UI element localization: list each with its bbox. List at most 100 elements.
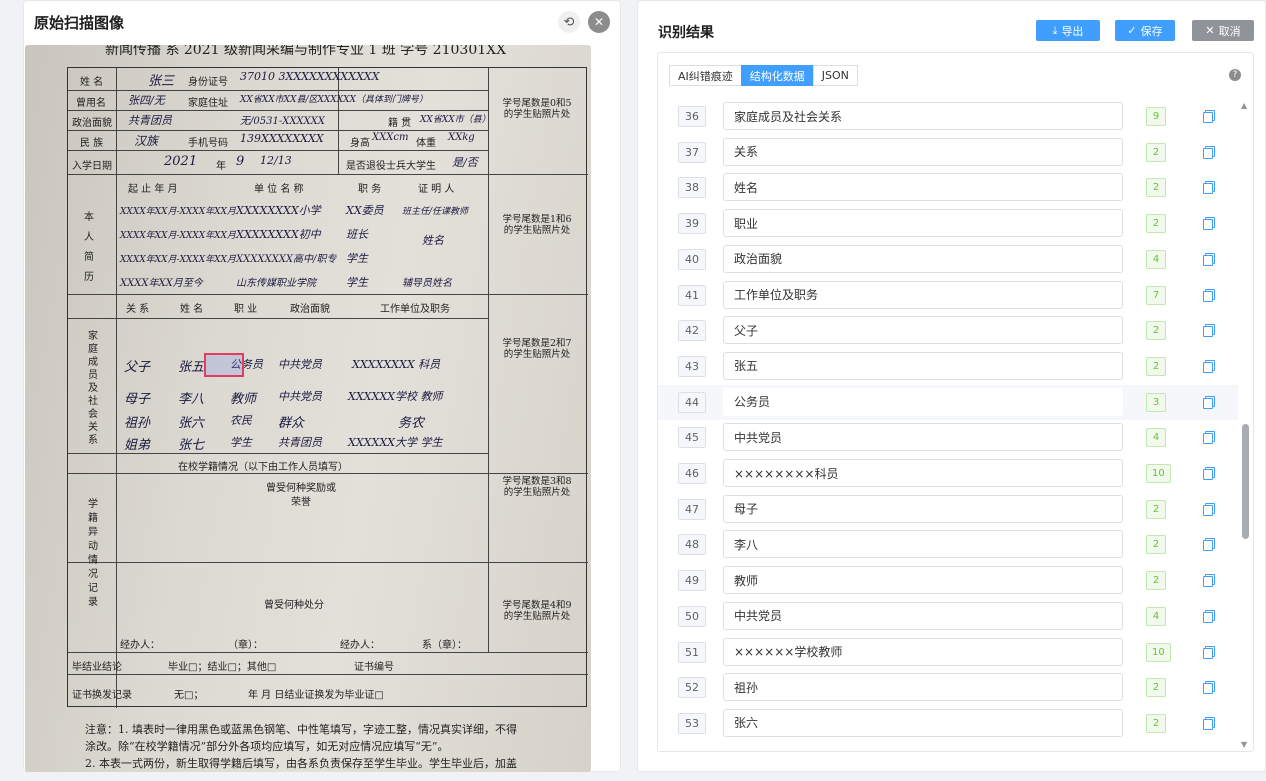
result-row: 50 中共党员 4 bbox=[658, 599, 1238, 635]
row-index: 44 bbox=[678, 391, 706, 413]
row-value-input[interactable]: 家庭成员及社会关系 bbox=[723, 102, 1123, 130]
row-char-count: 3 bbox=[1146, 392, 1166, 412]
row-value-input[interactable]: 职业 bbox=[723, 209, 1123, 238]
row-value-input[interactable]: 教师 bbox=[723, 566, 1123, 595]
hand-resume-2-unit: XXXXXXXX初中 bbox=[236, 228, 321, 241]
label-punish: 曾受何种处分 bbox=[264, 600, 324, 611]
copy-icon[interactable] bbox=[1203, 716, 1215, 730]
hand-address: XX省XX市XX县/区XXXXXX（具体到门牌号） bbox=[240, 95, 428, 105]
label-cert-change-text: 年 月 日结业证换发为毕业证□ bbox=[248, 690, 384, 701]
label-name: 姓 名 bbox=[80, 77, 104, 88]
label-resume-section: 本人简历 bbox=[84, 212, 94, 283]
hand-mobile: 139XXXXXXXX bbox=[240, 132, 324, 145]
row-index: 47 bbox=[678, 498, 706, 520]
row-char-count: 4 bbox=[1146, 249, 1166, 269]
label-relation: 关 系 bbox=[126, 304, 150, 315]
check-icon: ✓ bbox=[1127, 24, 1137, 37]
copy-icon[interactable] bbox=[1203, 217, 1215, 231]
row-char-count: 2 bbox=[1146, 713, 1166, 733]
copy-icon[interactable] bbox=[1203, 181, 1215, 195]
hand-family-1-relation: 父子 bbox=[124, 360, 151, 375]
scan-note-line-1: 注意：1. 填表时一律用黑色或蓝黑色钢笔、中性笔填写，字迹工整，情况真实详细，不… bbox=[85, 723, 517, 736]
tab-structured-data[interactable]: 结构化数据 bbox=[740, 65, 814, 86]
copy-icon[interactable] bbox=[1203, 467, 1215, 480]
row-value-input[interactable]: 中共党员 bbox=[723, 601, 1123, 630]
result-row: 48 李八 2 bbox=[658, 527, 1238, 563]
hand-family-3-political: 群众 bbox=[278, 416, 305, 431]
hand-family-1-work: XXXXXXXX 科员 bbox=[352, 358, 441, 371]
tab-ai-correction[interactable]: AI纠错痕迹 bbox=[669, 65, 742, 86]
row-char-count: 2 bbox=[1146, 571, 1166, 591]
scroll-down-icon[interactable]: ▼ bbox=[1241, 740, 1247, 749]
export-button[interactable]: ⤓ 导出 bbox=[1036, 20, 1100, 41]
copy-icon[interactable] bbox=[1203, 645, 1215, 659]
row-value-input[interactable]: 中共党员 bbox=[723, 423, 1123, 452]
hand-resume-2-period: XXXX年XX月-XXXX年XX月 bbox=[120, 231, 236, 241]
result-row: 41 工作单位及职务 7 bbox=[658, 278, 1238, 314]
row-char-count: 9 bbox=[1146, 107, 1166, 126]
scroll-up-icon[interactable]: ▲ bbox=[1241, 101, 1247, 110]
copy-icon[interactable] bbox=[1203, 145, 1215, 159]
row-value-input[interactable]: 祖孙 bbox=[723, 673, 1123, 702]
copy-icon[interactable] bbox=[1203, 110, 1215, 123]
scrollbar[interactable]: ▲ ▼ bbox=[1237, 99, 1253, 751]
row-value-input[interactable]: 张五 bbox=[723, 351, 1123, 380]
copy-icon[interactable] bbox=[1203, 252, 1215, 266]
hand-family-4-relation: 姐弟 bbox=[124, 438, 151, 453]
row-value-input[interactable]: ××××××××科员 bbox=[723, 459, 1123, 487]
copy-icon[interactable] bbox=[1203, 502, 1215, 516]
copy-icon[interactable] bbox=[1203, 538, 1215, 552]
tab-json[interactable]: JSON bbox=[812, 65, 858, 86]
copy-icon[interactable] bbox=[1203, 395, 1215, 409]
row-index: 42 bbox=[678, 320, 706, 342]
row-char-count: 2 bbox=[1146, 678, 1166, 698]
copy-icon[interactable] bbox=[1203, 574, 1215, 588]
copy-icon[interactable] bbox=[1203, 288, 1215, 302]
result-tabs: AI纠错痕迹 结构化数据 JSON bbox=[669, 65, 858, 86]
row-index: 37 bbox=[678, 141, 706, 163]
original-image-header: 原始扫描图像 ⟲ ✕ bbox=[24, 1, 620, 43]
row-char-count: 2 bbox=[1146, 499, 1166, 519]
close-icon[interactable]: ✕ bbox=[588, 11, 610, 33]
cancel-button-label: 取消 bbox=[1218, 24, 1241, 38]
row-value-input[interactable]: 母子 bbox=[723, 494, 1123, 523]
row-value-input[interactable]: 公务员 bbox=[723, 387, 1123, 416]
result-row: 49 教师 2 bbox=[658, 563, 1238, 599]
cancel-button[interactable]: ✕ 取消 bbox=[1192, 20, 1254, 41]
row-value-input[interactable]: 姓名 bbox=[723, 173, 1123, 202]
label-veteran: 是否退役士兵大学生 bbox=[346, 161, 436, 172]
label-year: 年 bbox=[216, 161, 226, 172]
rotate-icon[interactable]: ⟲ bbox=[558, 11, 580, 33]
row-value-input[interactable]: 张六 bbox=[723, 708, 1123, 737]
copy-icon[interactable] bbox=[1203, 681, 1215, 695]
hand-family-4-name: 张七 bbox=[178, 438, 205, 453]
hand-family-2-relation: 母子 bbox=[124, 392, 151, 407]
label-change-section: 学籍异动情况记录 bbox=[88, 499, 98, 608]
result-row: 51 ××××××学校教师 10 bbox=[658, 635, 1238, 671]
hand-family-2-job: 教师 bbox=[230, 392, 257, 407]
export-button-label: 导出 bbox=[1061, 24, 1084, 38]
row-value-input[interactable]: 父子 bbox=[723, 316, 1123, 345]
copy-icon[interactable] bbox=[1203, 431, 1215, 445]
row-value-input[interactable]: ××××××学校教师 bbox=[723, 637, 1123, 666]
result-row: 39 职业 2 bbox=[658, 206, 1238, 242]
hand-family-3-relation: 祖孙 bbox=[124, 416, 151, 431]
hand-resume-2-witness: 姓名 bbox=[422, 234, 444, 247]
scroll-thumb[interactable] bbox=[1242, 424, 1249, 539]
row-value-input[interactable]: 工作单位及职务 bbox=[723, 280, 1123, 309]
copy-icon[interactable] bbox=[1203, 359, 1215, 373]
row-value-input[interactable]: 关系 bbox=[723, 137, 1123, 166]
result-row: 53 张六 2 bbox=[658, 706, 1238, 742]
help-icon[interactable]: ? bbox=[1229, 69, 1241, 81]
copy-icon[interactable] bbox=[1203, 324, 1215, 338]
save-button[interactable]: ✓ 保存 bbox=[1115, 20, 1175, 41]
label-seal-1: （章）： bbox=[228, 640, 263, 651]
row-index: 53 bbox=[678, 712, 706, 734]
result-row: 37 关系 2 bbox=[658, 135, 1238, 171]
label-enroll: 入学日期 bbox=[72, 161, 112, 172]
row-value-input[interactable]: 李八 bbox=[723, 530, 1123, 559]
copy-icon[interactable] bbox=[1203, 609, 1215, 623]
row-value-input[interactable]: 政治面貌 bbox=[723, 244, 1123, 273]
result-row: 36 家庭成员及社会关系 9 bbox=[658, 99, 1238, 135]
hand-name: 张三 bbox=[148, 74, 175, 89]
